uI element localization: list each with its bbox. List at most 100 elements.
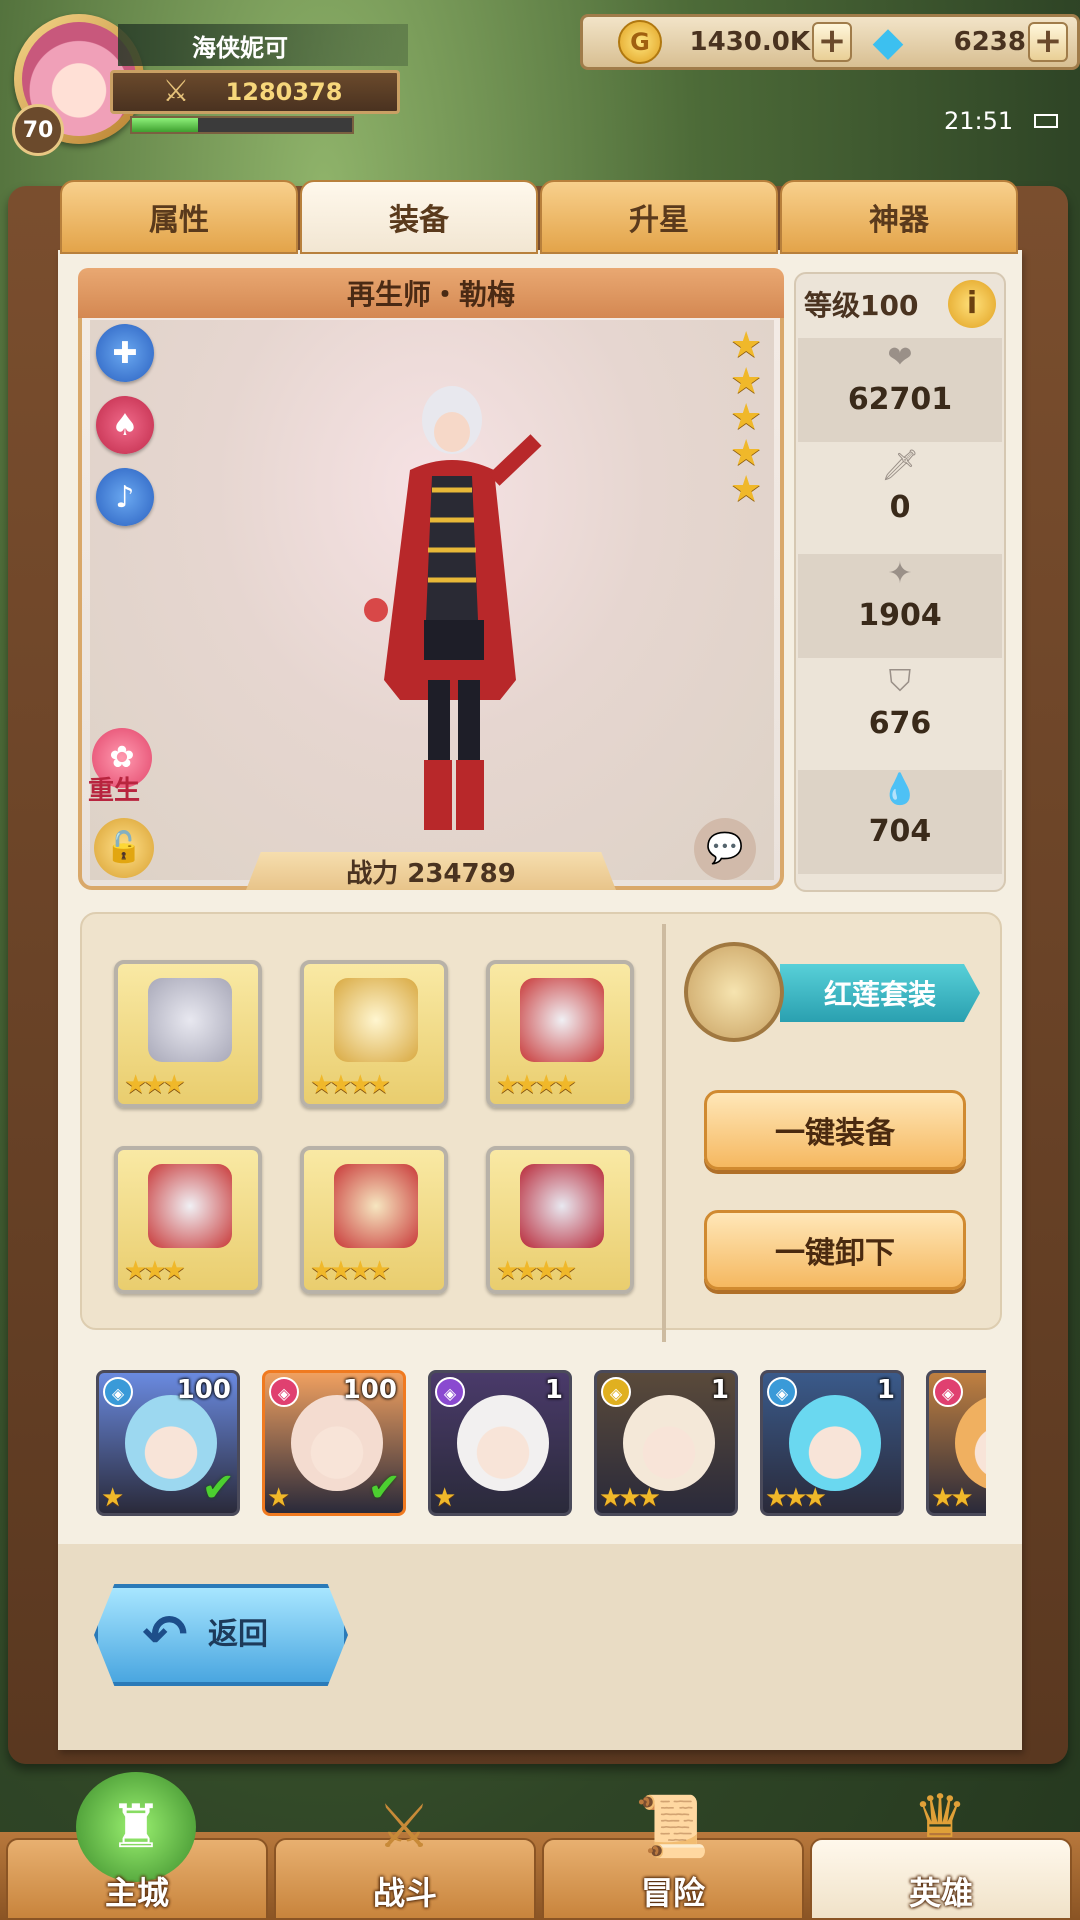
equip-all-button[interactable]: 一键装备 <box>704 1090 966 1170</box>
holy-cross-class-icon[interactable]: ✚ <box>96 324 154 382</box>
stat-row-attack: 🗡 0 <box>798 446 1002 550</box>
helmet-icon <box>148 978 232 1062</box>
hero-card-stars: ★ <box>433 1483 456 1513</box>
music-note-role-icon[interactable]: ♪ <box>96 468 154 526</box>
clock-time: 21:51 <box>944 107 1014 135</box>
star-icon: ★ <box>730 433 763 474</box>
hero-element-icon: ◈ <box>435 1377 465 1407</box>
accessory-icon <box>520 1164 604 1248</box>
boots-icon <box>334 1164 418 1248</box>
hero-character-model[interactable] <box>340 380 560 840</box>
castle-icon[interactable]: ♜ <box>76 1772 196 1882</box>
hero-star-rating: ★ ★ ★ ★ ★ <box>730 328 770 528</box>
stat-row-resist: 💧 704 <box>798 770 1002 874</box>
hero-card[interactable]: ◈ 1 ★★★ <box>594 1370 738 1516</box>
equip-stars: ★★★★ <box>496 1256 577 1286</box>
hero-emblem-icon[interactable]: ♛ <box>880 1762 1000 1872</box>
diamond-icon: ◆ <box>872 19 904 65</box>
equip-slot-weapon[interactable]: ★★★★ <box>300 960 448 1108</box>
chest-armor-icon <box>520 978 604 1062</box>
tab-attributes[interactable]: 属性 <box>60 180 298 254</box>
nav-battle-label[interactable]: 战斗 <box>274 1870 536 1916</box>
lotus-faction-icon[interactable]: ♠ <box>96 396 154 454</box>
hero-portrait <box>955 1395 986 1491</box>
hero-element-icon: ◈ <box>767 1377 797 1407</box>
crossed-swords-icon: ⚔ <box>162 74 190 109</box>
rebirth-label[interactable]: 重生 <box>88 770 168 806</box>
nav-heroes-label[interactable]: 英雄 <box>810 1870 1072 1916</box>
stat-row-armor: ⛉ 676 <box>798 662 1002 766</box>
hero-card[interactable]: ◈ 100 ★ ✔ <box>96 1370 240 1516</box>
equipment-divider <box>662 924 666 1342</box>
gauntlets-icon <box>148 1164 232 1248</box>
equip-slot-helmet[interactable]: ★★★ <box>114 960 262 1108</box>
hero-battle-power: 战力 234789 <box>246 852 616 890</box>
equip-slot-boots[interactable]: ★★★★ <box>300 1146 448 1294</box>
sword-icon: 🗡 <box>880 448 920 483</box>
hero-card-level: 1 <box>710 1375 729 1405</box>
hero-element-icon: ◈ <box>103 1377 133 1407</box>
add-gems-button[interactable]: + <box>1028 22 1068 62</box>
star-icon: ★ <box>730 397 763 438</box>
star-icon: ★ <box>730 361 763 402</box>
return-arrow-icon[interactable]: ↶ <box>130 1600 200 1670</box>
gold-coin-icon: G <box>618 20 662 64</box>
tab-artifact[interactable]: 神器 <box>780 180 1018 254</box>
tab-equipment[interactable]: 装备 <box>300 180 538 254</box>
equip-stars: ★★★★ <box>496 1070 577 1100</box>
stat-magic-value: 1904 <box>858 598 942 633</box>
hero-roster-strip[interactable]: ◈ 100 ★ ✔ ◈ 100 ★ ✔ ◈ 1 ★ ◈ 1 ★★★ ◈ 1 ★★★ ◈ ★★ <box>96 1364 986 1528</box>
hero-card-level: 100 <box>342 1375 397 1405</box>
chat-bubble-icon[interactable]: 💬 <box>694 818 756 880</box>
magic-burst-icon: ✦ <box>887 556 913 591</box>
hero-portrait <box>457 1395 549 1491</box>
nav-adventure-label[interactable]: 冒险 <box>542 1870 804 1916</box>
tab-star-up[interactable]: 升星 <box>540 180 778 254</box>
hero-card[interactable]: ◈ 1 ★ <box>428 1370 572 1516</box>
stat-resist-value: 704 <box>868 814 932 849</box>
player-name: 海侠妮可 <box>118 24 408 66</box>
unequip-all-button[interactable]: 一键卸下 <box>704 1210 966 1290</box>
map-scroll-icon[interactable]: 📜 <box>612 1772 732 1882</box>
nav-main-city-label[interactable]: 主城 <box>6 1870 268 1916</box>
droplet-icon: 💧 <box>881 772 919 807</box>
gem-amount: 6238 <box>953 27 1026 57</box>
stat-hp-value: 62701 <box>847 382 953 417</box>
hero-card[interactable]: ◈ 100 ★ ✔ <box>262 1370 406 1516</box>
player-power-value: 1280378 <box>225 78 343 106</box>
equipment-set-banner[interactable]: 红莲套装 <box>780 964 980 1022</box>
shield-icon: ⛉ <box>888 664 912 699</box>
hero-card-level: 100 <box>176 1375 231 1405</box>
hero-element-icon: ◈ <box>269 1377 299 1407</box>
hero-card-stars: ★★★ <box>765 1483 827 1513</box>
equip-slot-gauntlets[interactable]: ★★★ <box>114 1146 262 1294</box>
add-gold-button[interactable]: + <box>812 22 852 62</box>
equipped-check-icon: ✔ <box>367 1465 401 1511</box>
hero-card-stars: ★★★ <box>599 1483 661 1513</box>
unlock-icon[interactable]: 🔓 <box>94 818 154 878</box>
battery-icon <box>1034 114 1058 128</box>
hero-card-stars: ★ <box>101 1483 124 1513</box>
equipped-check-icon: ✔ <box>201 1465 235 1511</box>
stat-row-magic: ✦ 1904 <box>798 554 1002 658</box>
back-button-label[interactable]: 返回 <box>208 1610 318 1660</box>
star-icon: ★ <box>730 469 763 510</box>
hero-name-title: 再生师・勒梅 <box>78 268 784 318</box>
hero-card-stars: ★★ <box>931 1483 974 1513</box>
stat-row-hp: ❤ 62701 <box>798 338 1002 442</box>
hero-portrait <box>789 1395 881 1491</box>
equip-slot-armor[interactable]: ★★★★ <box>486 960 634 1108</box>
hero-portrait <box>623 1395 715 1491</box>
hero-card[interactable]: ◈ 1 ★★★ <box>760 1370 904 1516</box>
equip-stars: ★★★ <box>124 1256 186 1286</box>
equip-stars: ★★★ <box>124 1070 186 1100</box>
heart-icon: ❤ <box>887 340 913 375</box>
crossed-swords-icon[interactable]: ⚔ <box>344 1772 464 1882</box>
equip-slot-accessory[interactable]: ★★★★ <box>486 1146 634 1294</box>
set-helmet-icon[interactable] <box>684 942 784 1042</box>
star-icon: ★ <box>730 325 763 366</box>
info-icon[interactable]: i <box>948 280 996 328</box>
equip-stars: ★★★★ <box>310 1070 391 1100</box>
exp-bar-fill <box>132 118 198 132</box>
hero-card[interactable]: ◈ ★★ <box>926 1370 986 1516</box>
